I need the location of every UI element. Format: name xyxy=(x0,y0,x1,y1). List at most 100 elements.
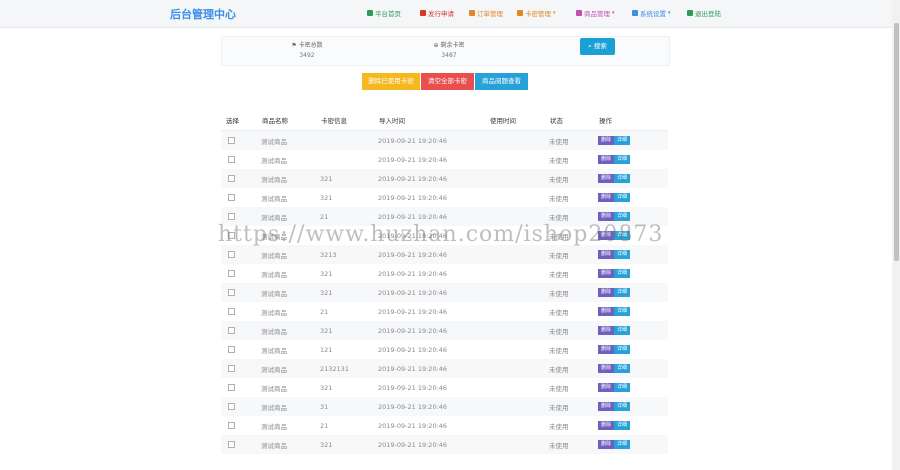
delete-button[interactable]: 删除 xyxy=(598,307,615,316)
detail-button[interactable]: 详细 xyxy=(614,364,631,373)
delete-button[interactable]: 删除 xyxy=(598,383,615,392)
cell-use-time xyxy=(489,302,549,321)
row-checkbox[interactable] xyxy=(228,156,235,163)
row-checkbox[interactable] xyxy=(228,403,235,410)
detail-button[interactable]: 详细 xyxy=(614,421,631,430)
cell-status: 未使用 xyxy=(549,346,569,355)
table-row: 测试商品 321 2019-09-21 19:20:46 未使用 删除 详细 xyxy=(221,188,668,207)
row-checkbox[interactable] xyxy=(228,137,235,144)
detail-button[interactable]: 详细 xyxy=(614,155,631,164)
row-select-cell xyxy=(221,169,261,188)
table-row: 测试商品 31 2019-09-21 19:20:46 未使用 删除 详细 xyxy=(221,397,668,416)
row-checkbox[interactable] xyxy=(228,441,235,448)
delete-button[interactable]: 删除 xyxy=(598,288,615,297)
cell-status: 未使用 xyxy=(549,397,598,416)
search-icon: ⌕ xyxy=(588,42,592,50)
header-card-info: 卡密信息 xyxy=(320,109,378,131)
delete-button[interactable]: 删除 xyxy=(598,231,615,240)
delete-button[interactable]: 删除 xyxy=(598,136,615,145)
detail-button[interactable]: 详细 xyxy=(614,345,631,354)
row-checkbox[interactable] xyxy=(228,213,235,220)
nav-item-3[interactable]: 卡密管理 ▾ xyxy=(517,8,556,18)
brand-title[interactable]: 后台管理中心 xyxy=(170,6,236,22)
row-checkbox[interactable] xyxy=(228,194,235,201)
cell-operations: 删除 详细 xyxy=(598,340,668,359)
flag-icon: ⚑ xyxy=(291,42,297,49)
gear-icon xyxy=(632,10,638,16)
nav-item-2[interactable]: 订单管理 xyxy=(469,8,503,18)
cell-use-time xyxy=(489,340,549,359)
detail-button[interactable]: 详细 xyxy=(614,307,631,316)
cell-operations: 删除 详细 xyxy=(598,378,668,397)
delete-button[interactable]: 删除 xyxy=(598,421,615,430)
chevron-down-icon: ▾ xyxy=(612,10,615,16)
detail-button[interactable]: 详细 xyxy=(614,440,631,449)
clear-all-cards-button[interactable]: 清空全部卡密 xyxy=(421,73,474,90)
row-checkbox[interactable] xyxy=(228,327,235,334)
delete-button[interactable]: 删除 xyxy=(598,364,615,373)
row-checkbox[interactable] xyxy=(228,308,235,315)
table-header-row: 选择 商品名称 卡密信息 导入时间 使用时间 状态 操作 xyxy=(221,109,668,131)
row-checkbox[interactable] xyxy=(228,289,235,296)
detail-button[interactable]: 详细 xyxy=(614,193,631,202)
nav-item-1[interactable]: 发行申请 xyxy=(420,8,454,18)
cell-product-name: 测试商品 xyxy=(261,359,320,378)
row-checkbox[interactable] xyxy=(228,251,235,258)
delete-button[interactable]: 删除 xyxy=(598,440,615,449)
delete-button[interactable]: 删除 xyxy=(598,402,615,411)
cloud-icon xyxy=(420,10,426,16)
detail-button[interactable]: 详细 xyxy=(614,383,631,392)
detail-button[interactable]: 详细 xyxy=(614,174,631,183)
cell-use-time xyxy=(489,169,549,188)
row-select-cell xyxy=(221,264,261,283)
row-checkbox[interactable] xyxy=(228,175,235,182)
cell-product-name: 测试商品 xyxy=(261,422,287,431)
delete-button[interactable]: 删除 xyxy=(598,174,615,183)
nav-item-6[interactable]: 退出登陆 xyxy=(687,8,721,18)
row-checkbox[interactable] xyxy=(228,384,235,391)
delete-button[interactable]: 删除 xyxy=(598,155,615,164)
nav-item-5[interactable]: 系统设置 ▾ xyxy=(632,8,671,18)
cell-operations: 删除 详细 xyxy=(598,169,668,188)
detail-button[interactable]: 详细 xyxy=(614,250,631,259)
cell-use-time xyxy=(489,207,549,226)
scrollbar-thumb[interactable] xyxy=(894,23,899,261)
detail-button[interactable]: 详细 xyxy=(614,231,631,240)
cell-use-time xyxy=(489,188,549,207)
detail-button[interactable]: 详细 xyxy=(614,269,631,278)
cell-operations: 删除 详细 xyxy=(598,397,668,416)
row-checkbox[interactable] xyxy=(228,346,235,353)
cell-card-info: 21 xyxy=(320,307,329,316)
row-checkbox[interactable] xyxy=(228,422,235,429)
nav-item-0[interactable]: 平台首页 xyxy=(367,8,401,18)
row-checkbox[interactable] xyxy=(228,232,235,239)
page-scrollbar[interactable] xyxy=(892,0,900,470)
cell-status: 未使用 xyxy=(549,130,598,150)
detail-button[interactable]: 详细 xyxy=(614,402,631,411)
detail-button[interactable]: 详细 xyxy=(614,212,631,221)
cell-use-time xyxy=(489,130,549,150)
detail-button[interactable]: 详细 xyxy=(614,326,631,335)
view-goods-button[interactable]: 商品阅题查看 xyxy=(475,73,528,90)
delete-button[interactable]: 删除 xyxy=(598,212,615,221)
cell-operations: 删除 详细 xyxy=(598,207,668,226)
cell-use-time xyxy=(489,416,549,435)
table-row: 测试商品 321 2019-09-21 19:20:46 未使用 删除 详细 xyxy=(221,321,668,340)
delete-used-cards-button[interactable]: 删除已使用卡密 xyxy=(362,73,420,90)
delete-button[interactable]: 删除 xyxy=(598,250,615,259)
cell-status: 未使用 xyxy=(549,232,569,241)
search-button[interactable]: ⌕ 搜索 xyxy=(580,38,615,55)
table-row: 测试商品 21 2019-09-21 19:20:46 未使用 删除 详细 xyxy=(221,207,668,226)
nav-item-4[interactable]: 商品管理 ▾ xyxy=(576,8,615,18)
row-checkbox[interactable] xyxy=(228,270,235,277)
row-checkbox[interactable] xyxy=(228,365,235,372)
delete-button[interactable]: 删除 xyxy=(598,269,615,278)
detail-button[interactable]: 详细 xyxy=(614,136,631,145)
cell-status: 未使用 xyxy=(549,308,569,317)
delete-button[interactable]: 删除 xyxy=(598,345,615,354)
delete-button[interactable]: 删除 xyxy=(598,193,615,202)
delete-button[interactable]: 删除 xyxy=(598,326,615,335)
detail-button[interactable]: 详细 xyxy=(614,288,631,297)
cell-card-info: 21 xyxy=(320,421,329,430)
cell-import-time: 2019-09-21 19:20:46 xyxy=(378,435,489,454)
